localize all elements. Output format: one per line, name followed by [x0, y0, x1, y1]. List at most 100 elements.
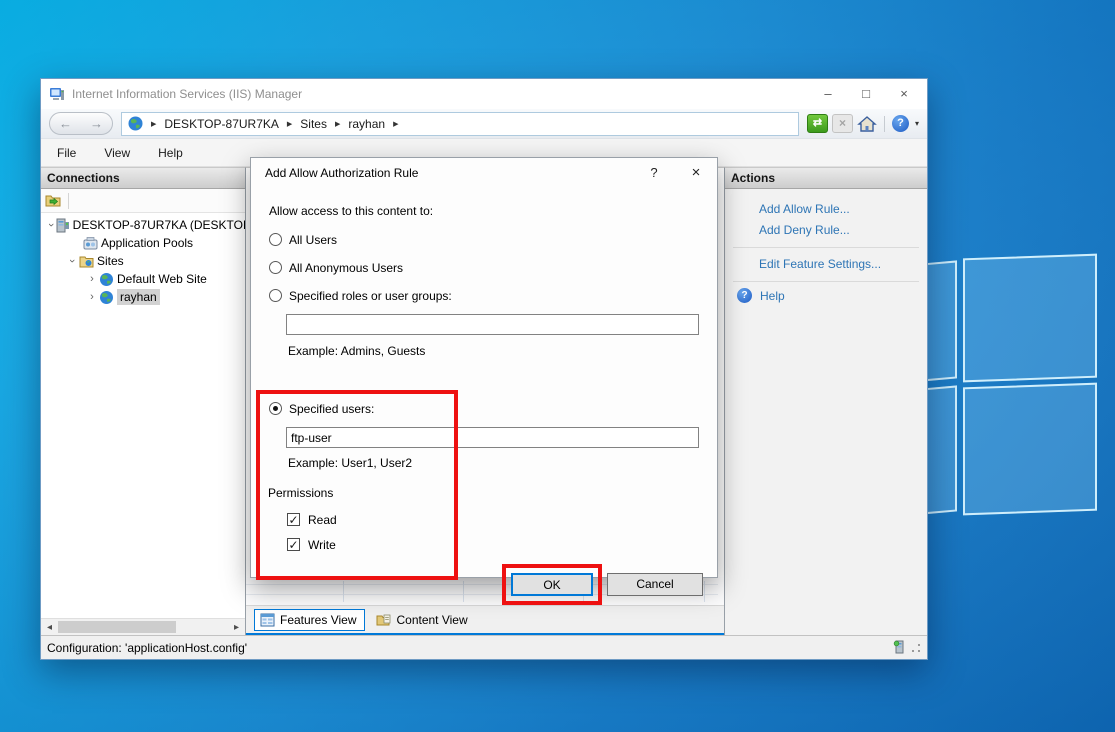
breadcrumb-separator-icon: ▶: [334, 120, 341, 128]
maximize-button[interactable]: □: [847, 79, 885, 109]
action-add-allow-rule[interactable]: Add Allow Rule...: [725, 199, 927, 220]
sites-folder-icon: [79, 254, 94, 269]
tree-item-sites[interactable]: › Sites: [41, 252, 245, 270]
actions-panel: Actions Add Allow Rule... Add Deny Rule.…: [724, 167, 927, 635]
cancel-button[interactable]: Cancel: [607, 573, 703, 596]
resize-grip[interactable]: [911, 642, 921, 653]
forward-button[interactable]: →: [90, 116, 103, 131]
dialog-title: Add Allow Authorization Rule: [265, 166, 419, 180]
checkbox-write[interactable]: ✓: [287, 538, 300, 551]
features-view-icon: [260, 613, 275, 627]
permissions-label: Permissions: [268, 486, 334, 500]
scroll-right-icon[interactable]: ▸: [228, 622, 245, 633]
radio-specified-users-label[interactable]: Specified users:: [289, 402, 374, 416]
connections-tree: › DESKTOP-87UR7KA (DESKTOP Application P…: [41, 213, 245, 618]
tree-label-sites[interactable]: Sites: [97, 254, 124, 268]
status-text: Configuration: 'applicationHost.config': [47, 640, 248, 655]
scrollbar-thumb[interactable]: [58, 621, 176, 633]
breadcrumb-item-rayhan[interactable]: rayhan: [348, 117, 385, 131]
globe-icon: [99, 272, 114, 287]
scroll-left-icon[interactable]: ◂: [41, 622, 58, 633]
menu-help[interactable]: Help: [158, 146, 183, 160]
windows-logo-pane: [963, 382, 1097, 516]
app-icon: [49, 86, 65, 102]
tab-content-view[interactable]: Content View: [371, 610, 475, 630]
dialog-prompt: Allow access to this content to:: [269, 204, 434, 218]
horizontal-scrollbar[interactable]: ◂ ▸: [41, 618, 245, 635]
radio-all-anonymous-users[interactable]: [269, 261, 282, 274]
dialog-close-button[interactable]: ×: [675, 158, 717, 188]
save-connection-icon[interactable]: [45, 193, 62, 208]
title-bar: Internet Information Services (IIS) Mana…: [41, 79, 927, 109]
address-bar: ← → ▶ DESKTOP-87UR7KA ▶ Sites ▶ rayhan ▶…: [41, 109, 927, 139]
stop-icon[interactable]: ×: [831, 114, 853, 133]
breadcrumb[interactable]: ▶ DESKTOP-87UR7KA ▶ Sites ▶ rayhan ▶: [121, 111, 799, 136]
chevron-down-icon[interactable]: ›: [45, 223, 57, 227]
view-tab-bar: Features View Content View: [246, 605, 724, 635]
checkbox-read-label[interactable]: Read: [308, 513, 337, 527]
tree-label-rayhan[interactable]: rayhan: [117, 289, 160, 305]
tree-label-server[interactable]: DESKTOP-87UR7KA (DESKTOP: [73, 218, 245, 232]
highlight-box-specified-users: [256, 390, 458, 580]
help-dropdown-icon[interactable]: ▾: [915, 119, 919, 128]
tree-item-application-pools[interactable]: Application Pools: [41, 234, 245, 252]
tree-label-application-pools[interactable]: Application Pools: [101, 236, 193, 250]
menu-file[interactable]: File: [57, 146, 76, 160]
checkbox-read[interactable]: ✓: [287, 513, 300, 526]
tree-label-default-web-site[interactable]: Default Web Site: [117, 272, 207, 286]
menu-view[interactable]: View: [104, 146, 130, 160]
radio-specified-roles[interactable]: [269, 289, 282, 302]
actions-separator: [733, 281, 919, 282]
connections-toolbar: [41, 189, 245, 213]
breadcrumb-item-sites[interactable]: Sites: [300, 117, 327, 131]
window-title: Internet Information Services (IIS) Mana…: [72, 87, 303, 101]
help-icon[interactable]: ?: [891, 115, 909, 132]
users-example: Example: User1, User2: [288, 456, 413, 470]
chevron-down-icon[interactable]: ›: [66, 256, 78, 266]
chevron-right-icon[interactable]: ›: [87, 292, 97, 303]
roles-input[interactable]: [286, 314, 699, 335]
content-view-icon: [376, 613, 391, 627]
breadcrumb-separator-icon: ▶: [393, 120, 399, 128]
help-icon: ?: [737, 288, 752, 303]
toolbar-separator: [68, 192, 69, 209]
server-status-icon: [893, 640, 907, 655]
toolbar-separator: [883, 115, 885, 132]
tree-item-rayhan[interactable]: › rayhan: [41, 288, 245, 306]
action-help-label[interactable]: Help: [760, 289, 785, 303]
radio-all-users[interactable]: [269, 233, 282, 246]
tree-item-server[interactable]: › DESKTOP-87UR7KA (DESKTOP: [41, 216, 245, 234]
home-icon[interactable]: [857, 115, 877, 133]
connections-panel: Connections › DESKTOP-87UR7KA (DESKTOP A…: [41, 167, 246, 635]
specified-users-input[interactable]: [286, 427, 699, 448]
actions-header: Actions: [725, 168, 927, 189]
refresh-icon[interactable]: ⇄: [806, 114, 828, 133]
globe-icon: [128, 116, 143, 131]
action-edit-feature-settings[interactable]: Edit Feature Settings...: [725, 254, 927, 275]
breadcrumb-separator-icon: ▶: [286, 120, 293, 128]
radio-all-anonymous-users-label[interactable]: All Anonymous Users: [289, 261, 403, 275]
dialog-title-bar: Add Allow Authorization Rule ? ×: [251, 158, 717, 188]
status-bar: Configuration: 'applicationHost.config': [41, 635, 927, 659]
back-button[interactable]: ←: [59, 116, 72, 131]
windows-logo-pane: [963, 253, 1097, 383]
minimize-button[interactable]: –: [809, 79, 847, 109]
tree-item-default-web-site[interactable]: › Default Web Site: [41, 270, 245, 288]
close-button[interactable]: ×: [885, 79, 923, 109]
radio-all-users-label[interactable]: All Users: [289, 233, 337, 247]
chevron-right-icon[interactable]: ›: [87, 274, 97, 285]
add-allow-authorization-rule-dialog: Add Allow Authorization Rule ? × Allow a…: [250, 157, 718, 605]
dialog-help-button[interactable]: ?: [633, 158, 675, 188]
radio-specified-users[interactable]: [269, 402, 282, 415]
checkbox-write-label[interactable]: Write: [308, 538, 336, 552]
action-add-deny-rule[interactable]: Add Deny Rule...: [725, 220, 927, 241]
breadcrumb-item-server[interactable]: DESKTOP-87UR7KA: [164, 117, 279, 131]
actions-separator: [733, 247, 919, 248]
tab-features-view[interactable]: Features View: [254, 608, 366, 631]
application-pools-icon: [83, 236, 98, 251]
desktop-wallpaper: Internet Information Services (IIS) Mana…: [0, 0, 1115, 732]
ok-button[interactable]: OK: [511, 573, 593, 596]
radio-specified-roles-label[interactable]: Specified roles or user groups:: [289, 289, 452, 303]
nav-buttons: ← →: [49, 112, 113, 135]
action-help[interactable]: ? Help: [725, 288, 927, 303]
